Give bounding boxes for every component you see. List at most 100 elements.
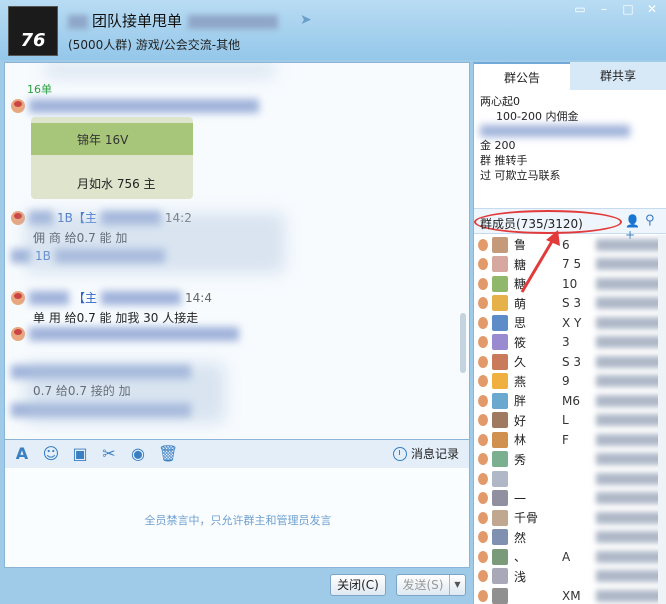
- screenshot-scissors-icon[interactable]: ✂: [100, 445, 118, 463]
- close-button[interactable]: 关闭(C): [330, 574, 386, 596]
- blurred-notice: [480, 125, 630, 137]
- member-role-icon: [478, 531, 488, 544]
- send-options-dropdown[interactable]: ▼: [449, 575, 465, 595]
- member-id-fragment: X Y: [562, 315, 582, 330]
- close-icon[interactable]: ✕: [644, 2, 660, 16]
- member-row[interactable]: 久 S 3: [474, 352, 666, 372]
- member-avatar: [492, 412, 508, 429]
- delete-icon[interactable]: 🗑: [158, 445, 178, 463]
- group-announcement: 两心起0 100-200 内佣金 金 200 群 推转手 过 可欺立马联系: [474, 90, 666, 202]
- right-panel: 群公告 群共享 两心起0 100-200 内佣金 金 200 群 推转手 过 可…: [473, 62, 666, 604]
- member-id-fragment: S 3: [562, 296, 582, 311]
- clock-icon: [392, 446, 407, 461]
- blurred-overlay: [25, 213, 285, 273]
- member-id-fragment: L: [562, 413, 569, 428]
- font-icon[interactable]: A: [13, 445, 31, 463]
- message-sender[interactable]: 【主: [73, 289, 97, 306]
- blurred-member-info: [596, 531, 666, 544]
- member-row[interactable]: XM: [474, 586, 666, 604]
- chat-message: [11, 327, 239, 341]
- member-id-fragment: 9: [562, 374, 570, 389]
- member-row[interactable]: 林F: [474, 430, 666, 450]
- member-row[interactable]: 思X Y: [474, 313, 666, 333]
- member-row[interactable]: 筱3: [474, 333, 666, 353]
- member-row[interactable]: 萌S 3: [474, 294, 666, 314]
- member-id-fragment: S 3: [562, 354, 582, 369]
- member-row[interactable]: 浅: [474, 567, 666, 587]
- add-member-icon[interactable]: 👤+: [625, 214, 641, 242]
- member-name: 林: [514, 433, 527, 448]
- member-row[interactable]: 、 A: [474, 547, 666, 567]
- blurred-member-info: [596, 453, 666, 466]
- send-button[interactable]: 发送(S) ▼: [396, 574, 466, 596]
- member-name: 浅: [514, 569, 527, 584]
- member-name: 燕: [514, 374, 527, 389]
- member-list[interactable]: 鲁6糖7 5 糖 10 萌 S 3思X Y筱3久S 3 燕 9 胖 M6 好 L 林 F 秀一千骨然、 A 浅…: [474, 235, 666, 604]
- message-input[interactable]: 全员禁言中，只允许群主和管理员发言: [4, 468, 470, 568]
- blurred-member-info: [596, 570, 666, 583]
- member-row[interactable]: 秀: [474, 450, 666, 470]
- image-message[interactable]: 锦年 16V 月如水 756 主: [31, 117, 193, 199]
- tab-shared-files[interactable]: 群共享: [570, 62, 666, 90]
- member-scrollbar[interactable]: [658, 235, 666, 604]
- member-role-icon: [478, 433, 488, 446]
- member-name: 筱: [514, 335, 527, 350]
- member-row[interactable]: [474, 469, 666, 489]
- order-count-tag: 16单: [27, 83, 52, 96]
- member-role-icon: [478, 375, 488, 388]
- member-name: 胖: [514, 394, 527, 409]
- member-role-icon: [478, 238, 488, 251]
- emoji-icon[interactable]: ☺: [42, 445, 60, 463]
- member-role-icon: [478, 394, 488, 407]
- member-row[interactable]: 糖 10: [474, 274, 666, 294]
- member-avatar: [492, 470, 508, 487]
- voice-icon[interactable]: ◉: [129, 445, 147, 463]
- member-row[interactable]: 糖7 5: [474, 255, 666, 275]
- paper-plane-icon[interactable]: ➤: [300, 12, 316, 28]
- member-avatar: [492, 509, 508, 526]
- member-id-fragment: 7 5: [562, 257, 582, 272]
- member-avatar: [492, 236, 508, 253]
- member-row[interactable]: 鲁6: [474, 235, 666, 255]
- chat-scrollbar[interactable]: [460, 313, 466, 373]
- member-id-fragment: A: [562, 549, 571, 564]
- member-avatar: [492, 295, 508, 312]
- member-avatar: [492, 490, 508, 507]
- member-name: 秀: [514, 452, 527, 467]
- blurred-sender: [29, 290, 69, 305]
- member-row[interactable]: 一: [474, 489, 666, 509]
- member-avatar: [492, 587, 508, 604]
- window-controls: ▭ – □ ✕: [572, 2, 660, 16]
- tab-announcement[interactable]: 群公告: [474, 62, 570, 90]
- member-avatar: [492, 431, 508, 448]
- blurred-member-info: [596, 414, 666, 427]
- blurred-member-info: [596, 472, 666, 485]
- member-avatar: [492, 451, 508, 468]
- chat-history[interactable]: 16单 锦年 16V 月如水 756 主 1B【主 14:2 佣 商 给0.7 …: [4, 62, 470, 440]
- blurred-member-info: [596, 394, 666, 407]
- member-name: 、: [514, 550, 527, 565]
- search-icon[interactable]: ⚲: [645, 213, 661, 229]
- image-icon[interactable]: ▣: [71, 445, 89, 463]
- user-icon: [11, 290, 25, 305]
- member-row[interactable]: 好L: [474, 411, 666, 431]
- member-row[interactable]: 千骨: [474, 508, 666, 528]
- member-row[interactable]: 胖 M6: [474, 391, 666, 411]
- blurred-member-info: [596, 433, 666, 446]
- blurred-title-prefix: [68, 14, 88, 29]
- window-title-text: 团队接单甩单: [92, 12, 183, 30]
- minimize-icon[interactable]: –: [596, 2, 612, 16]
- member-row[interactable]: 燕9: [474, 372, 666, 392]
- window-title: 团队接单甩单: [68, 10, 279, 31]
- notice-line: 100-200 内佣金: [496, 110, 579, 123]
- member-name: 千骨: [514, 511, 539, 526]
- member-role-icon: [478, 589, 488, 602]
- member-row[interactable]: 然: [474, 528, 666, 548]
- message-header: [11, 99, 259, 113]
- message-history-button[interactable]: 消息记录: [392, 445, 459, 462]
- member-role-icon: [478, 297, 488, 310]
- skin-icon[interactable]: ▭: [572, 2, 588, 16]
- group-avatar[interactable]: 76: [8, 6, 58, 56]
- member-avatar: [492, 548, 508, 565]
- maximize-icon[interactable]: □: [620, 2, 636, 16]
